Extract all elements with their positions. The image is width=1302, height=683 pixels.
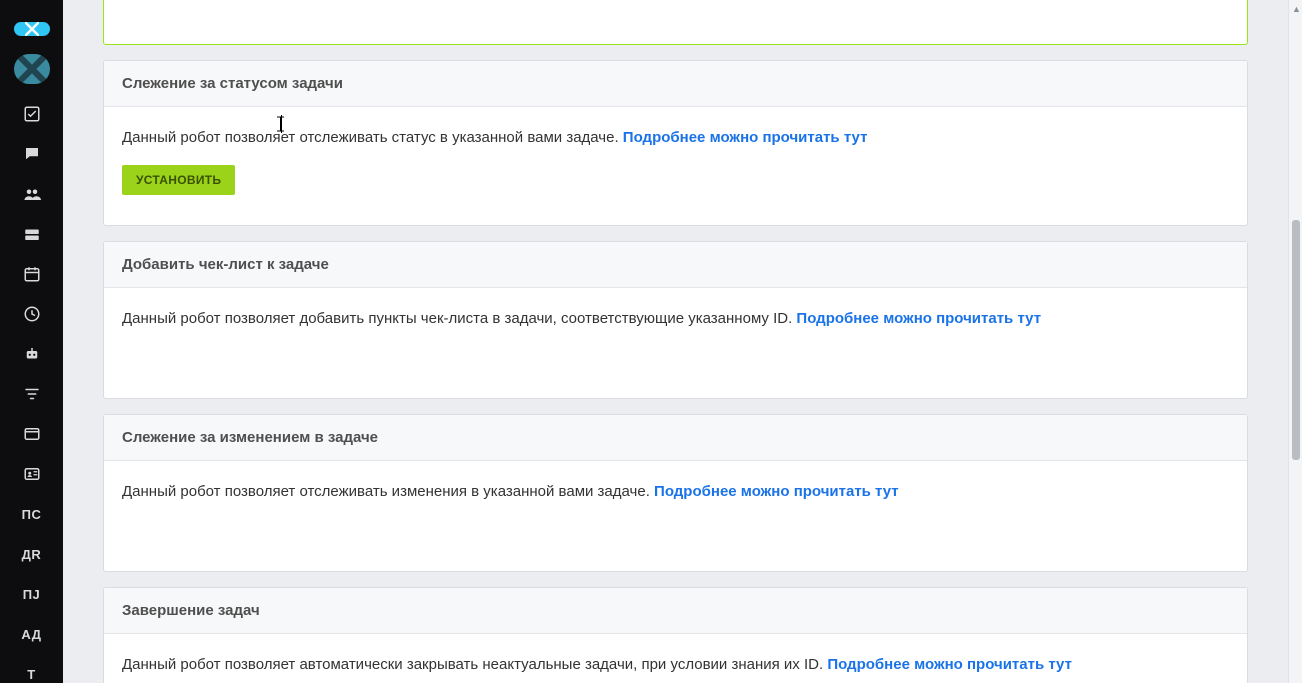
sidebar-nav: ПС ДR ПJ АД Т (0, 104, 63, 683)
window-icon[interactable] (0, 424, 63, 444)
sidebar: ПС ДR ПJ АД Т АД KOSA ВСЁ В (0, 0, 63, 683)
panel-body: Данный робот позволяет отслеживать стату… (104, 107, 1247, 225)
details-link[interactable]: Подробнее можно прочитать тут (827, 656, 1072, 673)
task-check-icon[interactable] (0, 104, 63, 124)
scrollbar-thumb[interactable] (1292, 220, 1300, 460)
panel-desc: Данный робот позволяет отслеживать стату… (122, 129, 623, 146)
filter-icon[interactable] (0, 384, 63, 404)
sidebar-text-item-1[interactable]: ДR (0, 544, 63, 564)
install-button[interactable]: УСТАНОВИТЬ (122, 165, 235, 195)
panel-top-partial (103, 0, 1248, 45)
details-link[interactable]: Подробнее можно прочитать тут (654, 483, 899, 500)
panel-desc: Данный робот позволяет автоматически зак… (122, 656, 827, 673)
panel-body: Данный робот позволяет добавить пункты ч… (104, 288, 1247, 398)
panel-task-completion: Завершение задач Данный робот позволяет … (103, 587, 1248, 683)
robot-icon[interactable] (0, 344, 63, 364)
close-icon[interactable] (14, 22, 50, 36)
panel-desc: Данный робот позволяет отслеживать измен… (122, 483, 654, 500)
content-area: Слежение за статусом задачи Данный робот… (63, 0, 1288, 683)
details-link[interactable]: Подробнее можно прочитать тут (796, 310, 1041, 327)
panel-header: Добавить чек-лист к задаче (104, 242, 1247, 288)
details-link[interactable]: Подробнее можно прочитать тут (623, 129, 868, 146)
panel-desc: Данный робот позволяет добавить пункты ч… (122, 310, 796, 327)
panel-status-tracking: Слежение за статусом задачи Данный робот… (103, 60, 1248, 226)
panel-body: Данный робот позволяет автоматически зак… (104, 634, 1247, 683)
main-viewport: Слежение за статусом задачи Данный робот… (63, 0, 1288, 683)
panel-change-tracking: Слежение за изменением в задаче Данный р… (103, 414, 1248, 572)
panel-header: Завершение задач (104, 588, 1247, 634)
panel-header: Слежение за статусом задачи (104, 61, 1247, 107)
scrollbar[interactable]: ▲ (1288, 0, 1302, 683)
contact-card-icon[interactable] (0, 464, 63, 484)
scroll-up-icon[interactable]: ▲ (1292, 4, 1301, 14)
drive-icon[interactable] (0, 224, 63, 244)
time-icon[interactable] (0, 304, 63, 324)
chat-icon[interactable] (0, 144, 63, 164)
panel-top-body (104, 0, 1247, 21)
sidebar-text-item-0[interactable]: ПС (0, 504, 63, 524)
panel-body: Данный робот позволяет отслеживать измен… (104, 461, 1247, 571)
panel-add-checklist: Добавить чек-лист к задаче Данный робот … (103, 241, 1248, 399)
sidebar-text-item-2[interactable]: ПJ (0, 584, 63, 604)
sidebar-text-item-4[interactable]: Т (0, 664, 63, 683)
calendar-icon[interactable] (0, 264, 63, 284)
sidebar-text-item-3[interactable]: АД (0, 624, 63, 644)
panel-header: Слежение за изменением в задаче (104, 415, 1247, 461)
group-icon[interactable] (0, 184, 63, 204)
close-icon-secondary[interactable] (14, 54, 50, 84)
